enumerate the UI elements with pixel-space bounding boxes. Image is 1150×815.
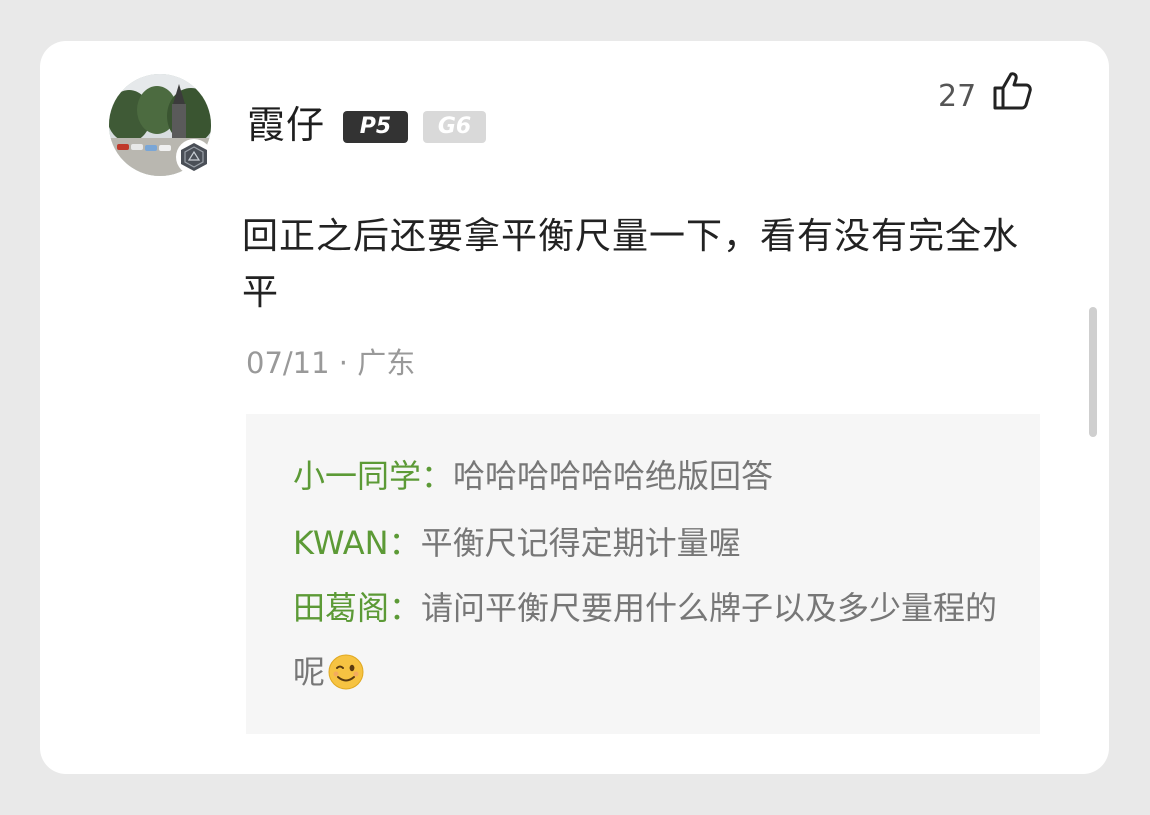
comment-card: 霞仔 P5 G6 27 回正之后还要拿平衡尺量一下，看有没有完全水平 07/11… xyxy=(40,41,1109,774)
level-badge-p: P5 xyxy=(343,111,408,143)
meta-separator: · xyxy=(338,346,349,380)
reply-text: 平衡尺记得定期计量喔 xyxy=(420,524,741,562)
reply-item[interactable]: 小一同学：哈哈哈哈哈哈绝版回答 xyxy=(293,444,1013,508)
reply-author[interactable]: 小一同学： xyxy=(293,457,453,495)
reply-item[interactable]: 田葛阁：请问平衡尺要用什么牌子以及多少量程的呢 xyxy=(293,576,1013,712)
thumbs-up-icon xyxy=(993,72,1032,110)
reply-item[interactable]: KWAN：平衡尺记得定期计量喔 xyxy=(293,511,1013,575)
reply-author[interactable]: 田葛阁： xyxy=(293,589,421,627)
comment-date: 07/11 xyxy=(246,346,330,380)
comment-meta: 07/11 · 广东 xyxy=(246,343,415,383)
like-button[interactable] xyxy=(991,69,1035,117)
comment-location: 广东 xyxy=(357,346,416,380)
scrollbar[interactable] xyxy=(1089,307,1097,437)
reply-author[interactable]: KWAN： xyxy=(293,524,421,562)
hexagon-badge-icon xyxy=(181,143,207,171)
replies-box[interactable]: 小一同学：哈哈哈哈哈哈绝版回答 KWAN：平衡尺记得定期计量喔 田葛阁：请问平衡… xyxy=(246,414,1040,734)
reply-text: 哈哈哈哈哈哈绝版回答 xyxy=(453,457,774,495)
level-badge-g: G6 xyxy=(423,111,486,143)
winking-face-emoji xyxy=(327,648,365,712)
like-count: 27 xyxy=(938,79,977,114)
comment-content: 回正之后还要拿平衡尺量一下，看有没有完全水平 xyxy=(242,216,1020,313)
avatar-badge xyxy=(176,139,212,175)
username[interactable]: 霞仔 xyxy=(247,99,325,151)
